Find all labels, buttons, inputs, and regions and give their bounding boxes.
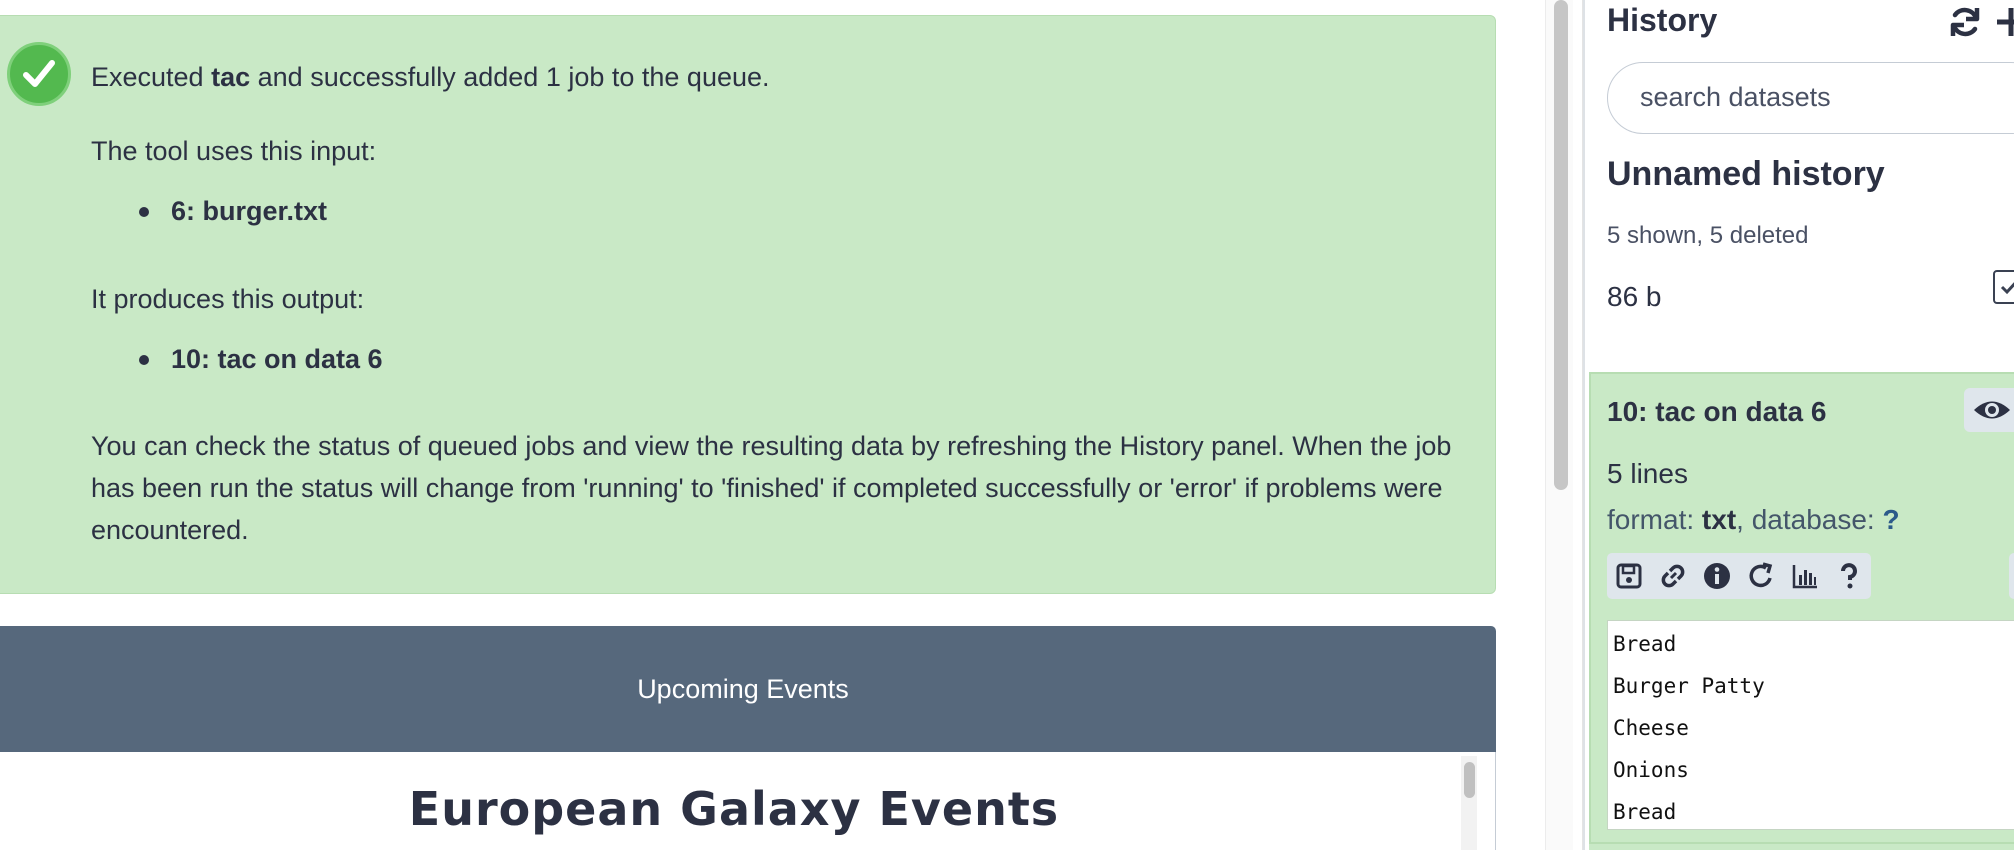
- tags-icon[interactable]: [2009, 553, 2014, 599]
- events-scroll-thumb[interactable]: [1464, 762, 1475, 798]
- rerun-icon[interactable]: [1739, 553, 1783, 599]
- format-value: txt: [1701, 504, 1737, 535]
- sync-icon[interactable]: [1947, 4, 1983, 45]
- bullet-icon: [139, 207, 149, 217]
- question-icon[interactable]: [1827, 553, 1871, 599]
- job-explanation: You can check the status of queued jobs …: [91, 431, 1452, 545]
- center-scrollbar[interactable]: [1545, 0, 1573, 850]
- search-datasets-input[interactable]: search datasets: [1607, 62, 2014, 134]
- tool-name: tac: [211, 62, 251, 92]
- next-dataset-item[interactable]: [1589, 842, 2014, 850]
- events-title: European Galaxy Events: [408, 782, 1060, 836]
- events-frame: European Galaxy Events: [0, 752, 1496, 850]
- dataset-format: format: txt, database: ?: [1607, 504, 1900, 535]
- database-value[interactable]: ?: [1883, 504, 1900, 535]
- info-icon[interactable]: [1695, 553, 1739, 599]
- check-circle-icon: [7, 42, 71, 106]
- output-item: 10: tac on data 6: [171, 344, 383, 374]
- history-panel-title: History: [1607, 2, 1718, 38]
- checkbox-icon[interactable]: [1993, 270, 2014, 304]
- dataset-title[interactable]: 10: tac on data 6: [1607, 396, 1826, 428]
- plus-icon[interactable]: [1995, 6, 2014, 43]
- history-size: 86 b: [1607, 281, 1662, 312]
- executed-line: Executed tac and successfully added 1 jo…: [91, 62, 770, 92]
- center-scroll-thumb[interactable]: [1554, 0, 1568, 490]
- inputs-intro: The tool uses this input:: [91, 136, 377, 166]
- events-header: Upcoming Events: [0, 626, 1496, 752]
- save-icon[interactable]: [1607, 553, 1651, 599]
- eye-icon[interactable]: [1964, 388, 2014, 432]
- dataset-toolbar: [1607, 553, 1871, 599]
- peek-line: Cheese: [1613, 716, 1689, 740]
- link-icon[interactable]: [1651, 553, 1695, 599]
- bullet-icon: [139, 355, 149, 365]
- history-counts[interactable]: 5 shown, 5 deleted: [1607, 222, 1808, 250]
- peek-line: Bread: [1613, 800, 1677, 824]
- events-scrollbar[interactable]: [1461, 756, 1477, 850]
- dataset-peek: Bread Burger Patty Cheese Onions Bread: [1607, 620, 2014, 830]
- history-name[interactable]: Unnamed history: [1607, 155, 1885, 194]
- dataset-item[interactable]: 10: tac on data 6 5 lines format: txt, d…: [1589, 372, 2014, 850]
- dataset-line-count: 5 lines: [1607, 458, 1688, 489]
- outputs-intro: It produces this output:: [91, 284, 365, 314]
- job-success-message: Executed tac and successfully added 1 jo…: [0, 15, 1496, 594]
- peek-line: Burger Patty: [1613, 674, 1765, 698]
- center-panel: Executed tac and successfully added 1 jo…: [0, 0, 1545, 850]
- chart-icon[interactable]: [1783, 553, 1827, 599]
- peek-line: Onions: [1613, 758, 1689, 782]
- input-item: 6: burger.txt: [171, 196, 328, 226]
- panel-divider[interactable]: [1573, 0, 1583, 850]
- peek-line: Bread: [1613, 632, 1677, 656]
- history-panel: History search datasets Unnamed history …: [1583, 0, 2014, 850]
